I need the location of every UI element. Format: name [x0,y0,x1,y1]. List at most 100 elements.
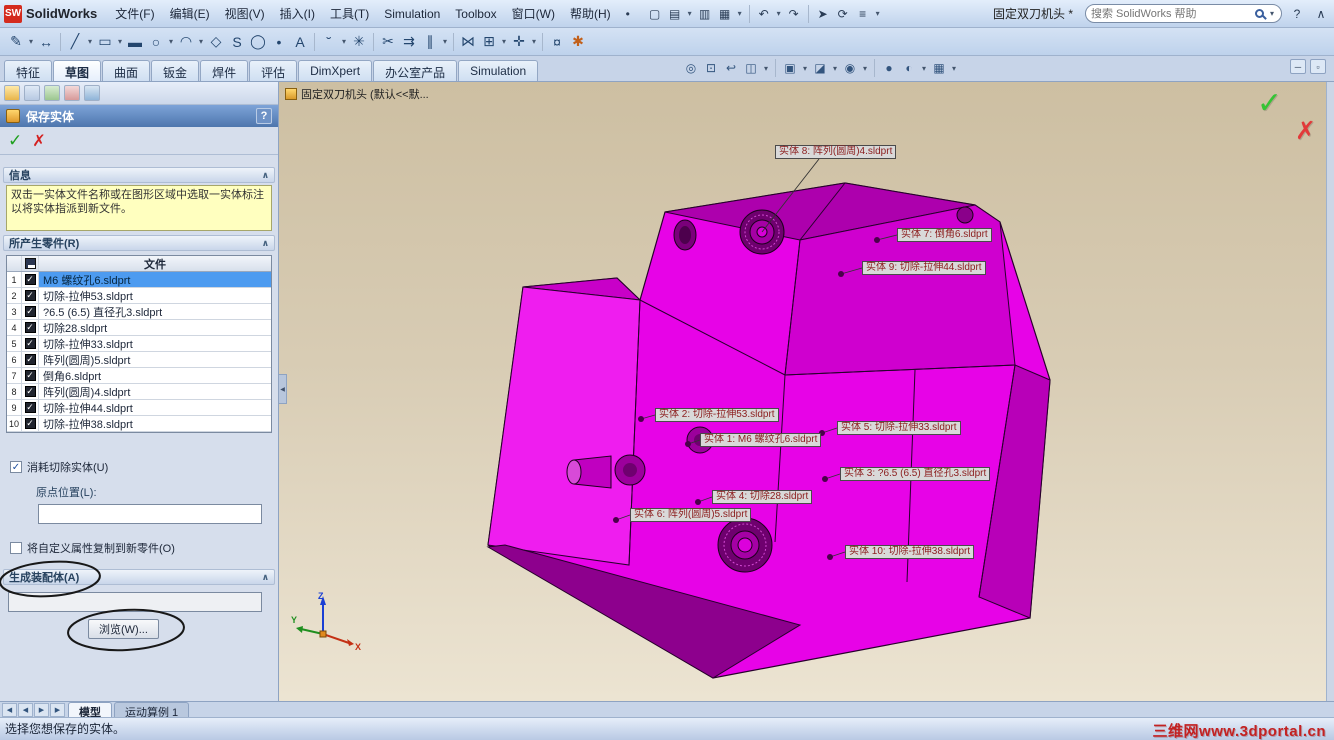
model-left-wall[interactable] [487,286,641,566]
undo-dropdown-icon[interactable]: ▾ [775,9,783,18]
search-input[interactable] [1091,7,1251,20]
smart-dimension-icon[interactable]: ↔ [36,32,56,52]
straight-slot-icon[interactable]: ▬ [125,32,145,52]
row-checkbox[interactable]: ✓ [22,304,39,319]
row-checkbox[interactable]: ✓ [22,272,39,287]
view-settings-icon[interactable]: ▦ [930,59,948,77]
tab-model[interactable]: 模型 [68,702,112,719]
polygon-icon[interactable]: ◇ [206,32,226,52]
display-style-icon[interactable]: ◪ [811,59,829,77]
row-filename[interactable]: ?6.5 (6.5) 直径孔3.sldprt [39,304,271,319]
rapid-sketch-icon[interactable]: ✱ [568,32,588,52]
assembly-path-input[interactable] [8,592,262,612]
cancel-button[interactable]: ✗ [32,131,45,151]
body-callout-3[interactable]: 实体 3: ?6.5 (6.5) 直径孔3.sldprt [840,467,991,481]
menu-help[interactable]: 帮助(H) [563,2,618,25]
display-style-dropdown-icon[interactable]: ▾ [831,64,839,73]
open-dropdown-icon[interactable]: ▾ [686,9,694,18]
menu-edit[interactable]: 编辑(E) [163,2,217,25]
quick-snaps-icon[interactable]: ¤ [547,32,567,52]
restore-document-icon[interactable]: ▫ [1310,59,1326,74]
menu-file[interactable]: 文件(F) [108,2,161,25]
body-callout-7[interactable]: 实体 7: 倒角6.sldprt [897,228,992,242]
pattern-dropdown-icon[interactable]: ▾ [500,37,508,46]
row-checkbox[interactable]: ✓ [22,368,39,383]
row-filename[interactable]: 阵列(圆周)5.sldprt [39,352,271,367]
search-icon[interactable] [1255,9,1264,18]
offset-dropdown-icon[interactable]: ▾ [441,37,449,46]
cad-model[interactable] [279,82,1334,701]
table-row[interactable]: 3 ✓ ?6.5 (6.5) 直径孔3.sldprt [7,304,271,320]
edit-appearance-icon[interactable]: ● [880,59,898,77]
circle-icon[interactable]: ○ [146,32,166,52]
row-filename[interactable]: 切除-拉伸38.sldprt [39,416,271,431]
print-dropdown-icon[interactable]: ▾ [736,9,744,18]
move-entities-icon[interactable]: ✛ [509,32,529,52]
table-row[interactable]: 10 ✓ 切除-拉伸38.sldprt [7,416,271,432]
centerpoint-arc-icon[interactable]: ◠ [176,32,196,52]
body-callout-6[interactable]: 实体 6: 阵列(圆周)5.sldprt [630,508,752,522]
rebuild-icon[interactable]: ⟳ [834,5,852,23]
undo-icon[interactable]: ↶ [755,5,773,23]
ellipse-icon[interactable]: ◯ [248,32,268,52]
table-row[interactable]: 7 ✓ 倒角6.sldprt [7,368,271,384]
fillet-dropdown-icon[interactable]: ▾ [340,37,348,46]
menu-window[interactable]: 窗口(W) [505,2,562,25]
confirm-ok-button[interactable]: ✓ [1257,86,1282,121]
circle-dropdown-icon[interactable]: ▾ [167,37,175,46]
parts-section-header[interactable]: 所产生零件(R) ∧ [3,235,275,251]
body-callout-9[interactable]: 实体 9: 切除-拉伸44.sldprt [862,261,986,275]
construction-geometry-icon[interactable]: ✳ [349,32,369,52]
move-dropdown-icon[interactable]: ▾ [530,37,538,46]
tab-sheet-metal[interactable]: 钣金 [151,60,200,81]
section-dropdown-icon[interactable]: ▾ [762,64,770,73]
hide-show-items-icon[interactable]: ◉ [841,59,859,77]
configurationmanager-tab-icon[interactable] [44,85,60,101]
panel-collapse-handle[interactable]: ◀ [279,374,287,404]
row-filename[interactable]: 切除28.sldprt [39,320,271,335]
rectangle-dropdown-icon[interactable]: ▾ [116,37,124,46]
row-filename[interactable]: M6 螺纹孔6.sldprt [39,272,271,287]
options-dropdown-icon[interactable]: ▾ [874,9,882,18]
offset-entities-icon[interactable]: ∥ [420,32,440,52]
row-filename[interactable]: 切除-拉伸33.sldprt [39,336,271,351]
body-callout-8[interactable]: 实体 8: 阵列(圆周)4.sldprt [775,145,897,159]
graphics-area[interactable]: 实体 8: 阵列(圆周)4.sldprt 实体 7: 倒角6.sldprt 实体… [279,82,1334,701]
row-checkbox[interactable]: ✓ [22,336,39,351]
options-icon[interactable]: ≡ [854,5,872,23]
table-row[interactable]: 8 ✓ 阵列(圆周)4.sldprt [7,384,271,400]
row-filename[interactable]: 倒角6.sldprt [39,368,271,383]
row-checkbox[interactable]: ✓ [22,352,39,367]
table-row[interactable]: 2 ✓ 切除-拉伸53.sldprt [7,288,271,304]
tab-scroll-prev-icon[interactable]: ◀ [18,703,33,717]
view-orientation-icon[interactable]: ▣ [781,59,799,77]
propertymanager-tab-icon[interactable] [24,85,40,101]
scene-dropdown-icon[interactable]: ▾ [920,64,928,73]
tab-scroll-next-icon[interactable]: ▶ [34,703,49,717]
hide-show-dropdown-icon[interactable]: ▾ [861,64,869,73]
task-pane-strip[interactable] [1326,82,1334,701]
featuremanager-tree-tab-icon[interactable] [4,85,20,101]
save-icon[interactable]: ▥ [696,5,714,23]
panel-help-icon[interactable]: ? [256,108,272,124]
select-icon[interactable]: ➤ [814,5,832,23]
zoom-area-icon[interactable]: ⊡ [702,59,720,77]
point-icon[interactable]: • [269,32,289,52]
flyout-featuremanager[interactable]: 固定双刀机头 (默认<<默... [285,86,429,102]
tab-scroll-last-icon[interactable]: ▶ [50,703,65,717]
row-filename[interactable]: 阵列(圆周)4.sldprt [39,384,271,399]
tab-scroll-first-icon[interactable]: ◀ [2,703,17,717]
tab-dimxpert[interactable]: DimXpert [298,60,373,81]
menu-insert[interactable]: 插入(I) [273,2,322,25]
previous-view-icon[interactable]: ↩ [722,59,740,77]
consume-bodies-checkbox[interactable]: ✓ 消耗切除实体(U) [10,459,108,475]
new-document-icon[interactable]: ▢ [646,5,664,23]
row-checkbox[interactable]: ✓ [22,320,39,335]
menu-toolbox[interactable]: Toolbox [448,4,503,24]
row-checkbox[interactable]: ✓ [22,400,39,415]
row-checkbox[interactable]: ✓ [22,416,39,431]
linear-pattern-icon[interactable]: ⊞ [479,32,499,52]
convert-entities-icon[interactable]: ⇉ [399,32,419,52]
line-icon[interactable]: ╱ [65,32,85,52]
displaymanager-tab-icon[interactable] [84,85,100,101]
